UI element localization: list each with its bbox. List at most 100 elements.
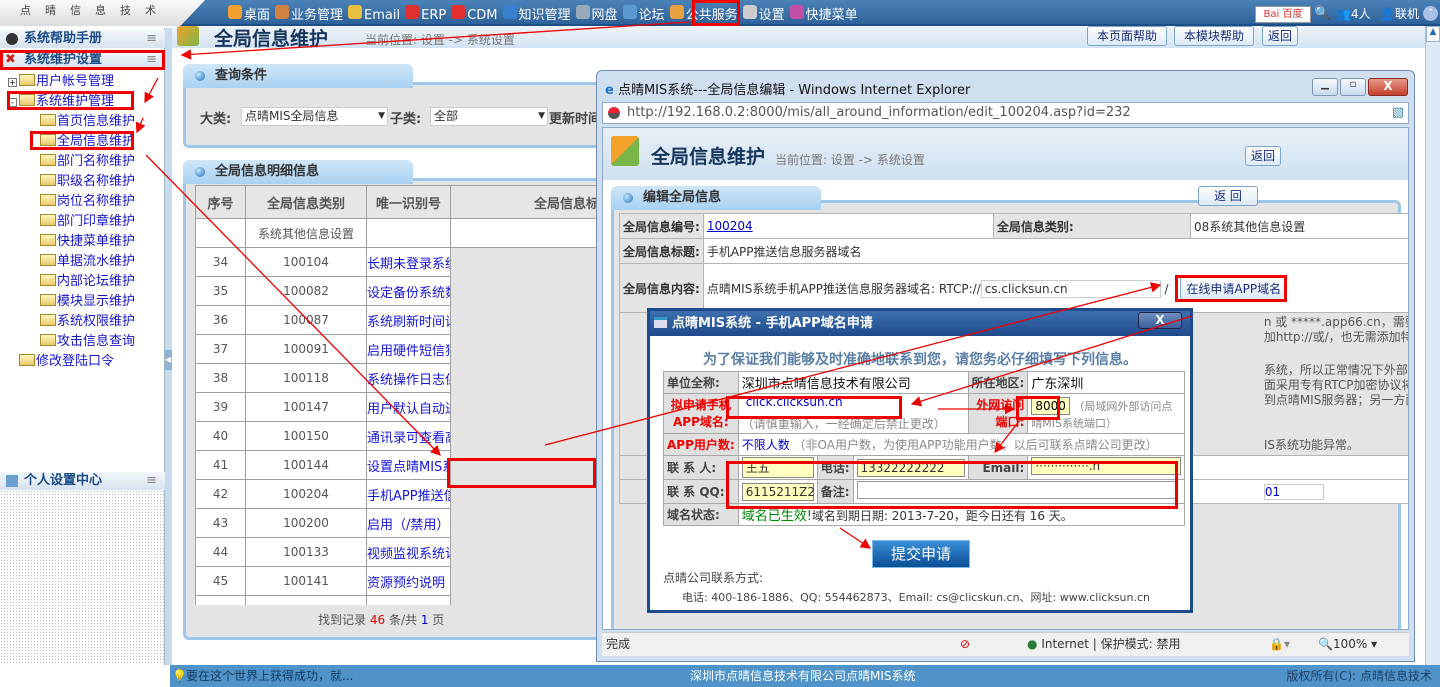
menu-item-2[interactable]: Email: [348, 4, 400, 23]
table-row[interactable]: 45 100141 资源预约说明: [195, 566, 597, 596]
dialog-close-button[interactable]: X: [1138, 312, 1182, 329]
sidebar-section-personal[interactable]: 个人设置中心 ≡: [0, 472, 165, 490]
expand-toggle-icon[interactable]: +: [8, 78, 17, 87]
col-header[interactable]: 唯一识别号: [366, 185, 451, 219]
menu-item-6[interactable]: 网盘: [575, 4, 618, 23]
col-header[interactable]: 全局信息标题: [450, 185, 596, 219]
text: 找到记录: [318, 613, 367, 627]
row-title-link[interactable]: 万能单据打印是否与ERP模块: [366, 595, 451, 605]
menu-item-10[interactable]: 快捷菜单: [789, 4, 858, 23]
col-header[interactable]: 全局信息类别: [245, 185, 367, 219]
row-title-link[interactable]: 启用硬件短信猫: [366, 334, 451, 364]
row-id: 100200: [245, 508, 367, 538]
sidebar-section-help[interactable]: 系统帮助手册 ≡: [0, 30, 165, 48]
table-row[interactable]: 37 100091 启用硬件短信猫: [195, 334, 597, 364]
org-value[interactable]: 深圳市点晴信息技术有限公司: [737, 371, 969, 394]
col-header[interactable]: 序号: [195, 185, 246, 219]
row-title-link[interactable]: 设定备份系统数据库天数: [366, 276, 451, 306]
close-button[interactable]: X: [1368, 78, 1408, 96]
table-row[interactable]: 35100082设定备份系统数据库天数: [195, 276, 597, 306]
folder-icon: [40, 114, 56, 126]
table-row[interactable]: 40100150通讯录可查看高管联系信息: [195, 421, 597, 451]
table-row[interactable]: 46100146万能单据打印是否与ERP模块: [195, 595, 597, 605]
company-contact-line: 电话: 400-186-1886、QQ: 554462873、Email: cs…: [682, 591, 1151, 604]
table-row[interactable]: 34100104长期未登录系统用户锁定设: [195, 247, 597, 277]
tree-item[interactable]: 修改登陆口令: [8, 352, 114, 372]
inner-back-button[interactable]: 返回: [1245, 146, 1281, 166]
toggle-icon[interactable]: ≡: [146, 30, 157, 48]
online-users[interactable]: 👥4人: [1336, 5, 1371, 22]
tree-item[interactable]: 模块显示维护: [40, 292, 135, 312]
row-title-link[interactable]: 系统刷新时间设置: [366, 305, 451, 335]
row-title-link[interactable]: 启用（/禁用）登录页面来源: [366, 508, 451, 538]
submit-button[interactable]: 提交申请: [872, 540, 970, 568]
table-row[interactable]: 39100147用户默认自动进入指定功能: [195, 392, 597, 422]
compat-view-icon[interactable]: ▧: [1392, 103, 1404, 123]
tree-item[interactable]: 部门名称维护: [40, 152, 135, 172]
tree-label: 快捷菜单维护: [57, 234, 136, 249]
table-row[interactable]: 44100133视频监视系统访问网址设置: [195, 537, 597, 567]
tree-label: 攻击信息查询: [57, 334, 136, 349]
update-time-label: 更新时间: [549, 112, 596, 127]
tree-item[interactable]: 快捷菜单维护: [40, 232, 135, 252]
users-value[interactable]: 不限人数: [742, 438, 790, 452]
row-title-link[interactable]: 视频监视系统访问网址设置: [366, 537, 451, 567]
folder-icon: [40, 254, 56, 266]
menu-item-0[interactable]: 桌面: [228, 4, 270, 23]
menu-item-9[interactable]: 设置: [742, 4, 785, 23]
row-title-link[interactable]: 用户默认自动进入指定功能: [366, 392, 451, 422]
tree-item[interactable]: 首页信息维护: [40, 112, 135, 132]
baidu-search-logo[interactable]: Bai 百度: [1255, 6, 1311, 23]
zone-info[interactable]: ● Internet | 保护模式: 禁用: [1027, 633, 1181, 655]
collapse-top-icon[interactable]: ⌃: [1423, 6, 1438, 21]
tree-item[interactable]: + 用户帐号管理: [8, 72, 114, 92]
domain-input[interactable]: cs.clicksun.cn: [980, 279, 1161, 298]
row-title-link[interactable]: 设置点晴MIS系统官方升级服: [366, 450, 451, 480]
tree-item[interactable]: 单据流水维护: [40, 252, 135, 272]
major-category-select[interactable]: 点晴MIS全局信息 ▼: [241, 107, 388, 126]
back-button[interactable]: 返回: [1262, 26, 1298, 46]
tip-text[interactable]: 要在这个世界上获得成功，就...: [186, 665, 353, 687]
page-help-button[interactable]: 本页面帮助: [1087, 26, 1167, 46]
scroll-up-icon[interactable]: ▲: [1426, 26, 1440, 42]
tree-item[interactable]: 岗位名称维护: [40, 192, 135, 212]
menu-item-7[interactable]: 论坛: [622, 4, 665, 23]
sidebar-splitter[interactable]: ◀: [165, 28, 172, 665]
page-scrollbar[interactable]: ▲: [1425, 26, 1440, 665]
edit-back-button[interactable]: 返 回: [1198, 186, 1258, 206]
table-row[interactable]: 36100087系统刷新时间设置: [195, 305, 597, 335]
menu-item-5[interactable]: 知识管理: [502, 4, 571, 23]
tree-item[interactable]: 内部论坛维护: [40, 272, 135, 292]
collapse-sidebar-icon[interactable]: ◀: [165, 350, 172, 370]
security-icon[interactable]: 🔒▾: [1269, 633, 1290, 655]
module-help-button[interactable]: 本模块帮助: [1174, 26, 1254, 46]
menu-item-1[interactable]: 业务管理: [275, 4, 343, 23]
tree-item[interactable]: 部门印章维护: [40, 212, 135, 232]
table-row[interactable]: 43100200启用（/禁用）登录页面来源: [195, 508, 597, 538]
description-line: 面采用专有RTCP加密协议将各使用单: [1263, 378, 1408, 392]
maximize-button[interactable]: ▫: [1340, 78, 1366, 96]
address-bar[interactable]: http://192.168.0.2:8000/mis/all_around_i…: [602, 102, 1409, 124]
toggle-icon[interactable]: ≡: [146, 472, 157, 490]
online-status[interactable]: 👤联机: [1380, 5, 1419, 22]
minor-category-select[interactable]: 全部 ▼: [430, 107, 548, 126]
ie-title: e 点晴MIS系统---全局信息编辑 - Windows Internet Ex…: [605, 79, 970, 98]
region-value[interactable]: 广东深圳: [1027, 371, 1186, 394]
tail-input[interactable]: 01: [1263, 483, 1324, 500]
tree-item[interactable]: 职级名称维护: [40, 172, 135, 192]
minimize-button[interactable]: ▁: [1312, 78, 1338, 96]
menu-item-3[interactable]: ERP: [405, 4, 446, 23]
row-title-link[interactable]: 资源预约说明: [366, 566, 451, 596]
zoom-control[interactable]: 🔍100% ▾: [1318, 633, 1377, 655]
search-icon[interactable]: 🔍: [1314, 6, 1330, 21]
row-title-link[interactable]: 系统操作日志保留天数: [366, 363, 451, 393]
row-title-link[interactable]: 手机APP推送信息服务器域名: [366, 479, 451, 509]
tree-item[interactable]: 攻击信息查询: [40, 332, 135, 352]
row-title-link[interactable]: 通讯录可查看高管联系信息: [366, 421, 451, 451]
id-link[interactable]: 100204: [707, 219, 753, 233]
privacy-icon[interactable]: ⊘: [960, 633, 970, 655]
menu-item-4[interactable]: CDM: [451, 4, 498, 23]
table-row[interactable]: 38100118系统操作日志保留天数: [195, 363, 597, 393]
row-title-link[interactable]: 长期未登录系统用户锁定设: [366, 247, 451, 277]
tree-item[interactable]: 系统权限维护: [40, 312, 135, 332]
